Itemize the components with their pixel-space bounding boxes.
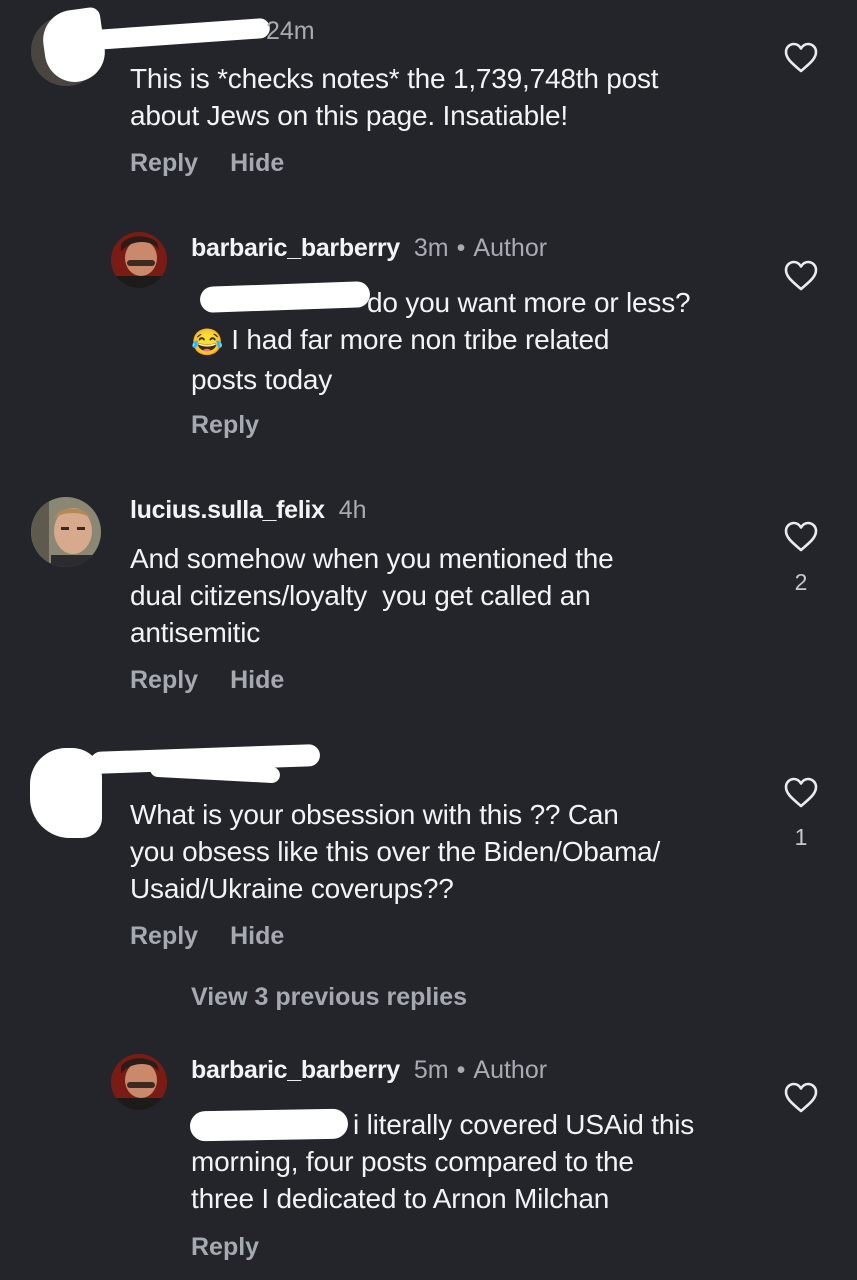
avatar[interactable]: [111, 1054, 167, 1110]
reply-button[interactable]: Reply: [191, 1233, 259, 1262]
redaction-mark: [189, 1108, 349, 1142]
heart-outline-icon[interactable]: [784, 1082, 818, 1114]
comment-meta: barbaric_barberry 5m • Author: [191, 1056, 547, 1085]
username[interactable]: barbaric_barberry: [191, 1056, 400, 1085]
comment-time: 5m: [413, 1056, 449, 1084]
separator-dot: •: [456, 1056, 466, 1084]
comment-line: three I dedicated to Arnon Milchan: [191, 1183, 610, 1214]
author-badge: Author: [473, 1056, 548, 1084]
comment-5: barbaric_barberry 5m • Author i literall…: [0, 0, 857, 1280]
comment-actions: Reply: [191, 1233, 259, 1262]
comment-line: morning, four posts compared to the: [191, 1146, 634, 1177]
